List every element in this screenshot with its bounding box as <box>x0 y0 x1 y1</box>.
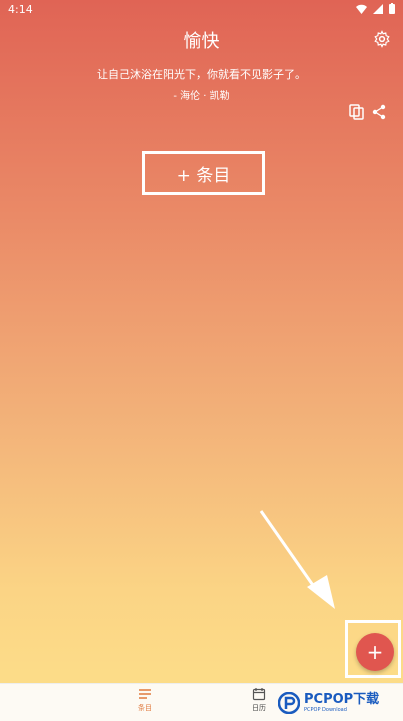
app-screen: 4:14 愉快 让自己沐浴在阳光下，你就看不见影子了。 - 海伦 · 凯勒 + … <box>0 0 403 721</box>
tab-entries-label: 条目 <box>138 704 152 712</box>
quote-author: - 海伦 · 凯勒 <box>173 91 230 102</box>
calendar-icon <box>252 688 266 701</box>
copy-icon[interactable] <box>349 104 365 120</box>
signal-icon <box>373 3 383 14</box>
watermark-brand: PCPOP下载 <box>304 692 380 707</box>
status-time: 4:14 <box>8 3 33 16</box>
share-icon[interactable] <box>371 104 387 120</box>
add-fab-button[interactable]: + <box>356 633 394 671</box>
list-icon <box>139 689 151 699</box>
gear-icon[interactable] <box>373 30 391 48</box>
watermark-sub: PCPOP Download <box>304 707 347 713</box>
status-bar: 4:14 <box>0 0 403 22</box>
quote-text: 让自己沐浴在阳光下，你就看不见影子了。 <box>97 68 306 81</box>
add-entry-button[interactable]: + 条目 <box>142 151 265 195</box>
pcpop-logo-icon <box>278 692 300 714</box>
page-title: 愉快 <box>183 31 220 52</box>
status-icons <box>356 3 395 14</box>
battery-icon <box>389 3 395 14</box>
tab-entries[interactable]: 条目 <box>115 687 175 713</box>
pcpop-watermark: PCPOP下载 PCPOP Download <box>278 686 402 720</box>
pointer-arrow <box>259 510 335 609</box>
wifi-icon <box>356 4 367 14</box>
tab-calendar-label: 日历 <box>252 704 266 712</box>
